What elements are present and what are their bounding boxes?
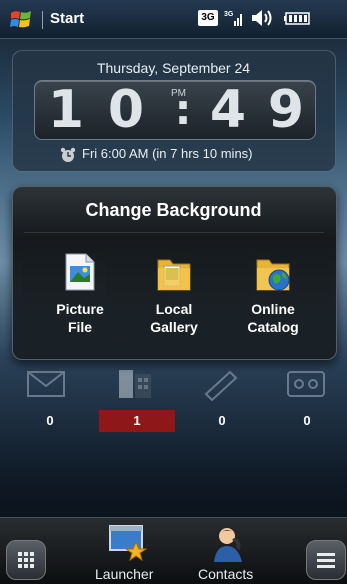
signal-icon[interactable]: 3G (224, 8, 244, 28)
picture-file-label-1: Picture (56, 301, 104, 317)
online-catalog-label-1: Online (251, 301, 295, 317)
menu-list-icon (317, 553, 335, 568)
dialog-divider (24, 232, 324, 233)
local-gallery-option[interactable]: Local Gallery (126, 252, 222, 348)
bottom-bar (0, 517, 347, 583)
start-label[interactable]: Start (50, 10, 84, 27)
mail-count: 0 (46, 413, 54, 428)
online-catalog-icon (256, 259, 290, 291)
svg-text:3G: 3G (224, 11, 234, 18)
menu-button[interactable] (306, 540, 346, 580)
picture-file-label-2: File (67, 319, 93, 335)
hour-ones-digit: 0 (107, 80, 145, 140)
contacts-label[interactable]: Contacts (198, 566, 253, 582)
grid-icon (18, 552, 34, 568)
launcher-icon[interactable] (108, 524, 148, 562)
picture-file-icon (65, 253, 95, 291)
mail-icon[interactable] (26, 366, 66, 402)
online-catalog-label-2: Catalog (247, 319, 299, 335)
local-gallery-icon (157, 259, 191, 291)
contacts-icon[interactable] (212, 526, 246, 564)
ampm-label: PM (171, 88, 186, 99)
hour-tens-digit: 1 (47, 80, 85, 140)
local-gallery-label-2: Gallery (150, 319, 198, 335)
launcher-label[interactable]: Launcher (95, 566, 153, 582)
alarm-clock-icon (60, 147, 76, 162)
minute-ones-digit: 9 (267, 80, 305, 140)
local-gallery-label-1: Local (155, 301, 193, 317)
missed-calls-count: 1 (99, 410, 175, 432)
battery-icon[interactable] (284, 12, 310, 25)
alarm-text: Fri 6:00 AM (in 7 hrs 10 mins) (82, 146, 253, 161)
pencil-icon[interactable] (200, 366, 240, 402)
picture-file-option[interactable]: Picture File (32, 252, 128, 348)
date-text: Thursday, September 24 (96, 60, 251, 76)
dialog-title: Change Background (85, 200, 262, 220)
speaker-icon[interactable] (250, 9, 274, 27)
start-divider (42, 11, 43, 29)
notes-count: 0 (218, 413, 226, 428)
phone-icon[interactable] (115, 366, 155, 402)
windows-flag-icon[interactable] (10, 9, 32, 31)
online-catalog-option[interactable]: Online Catalog (225, 252, 321, 348)
minute-tens-digit: 4 (209, 80, 247, 140)
voicemail-count: 0 (303, 413, 311, 428)
network-badge: 3G (198, 10, 218, 26)
app-grid-button[interactable] (6, 540, 46, 580)
voicemail-icon[interactable] (286, 366, 326, 402)
